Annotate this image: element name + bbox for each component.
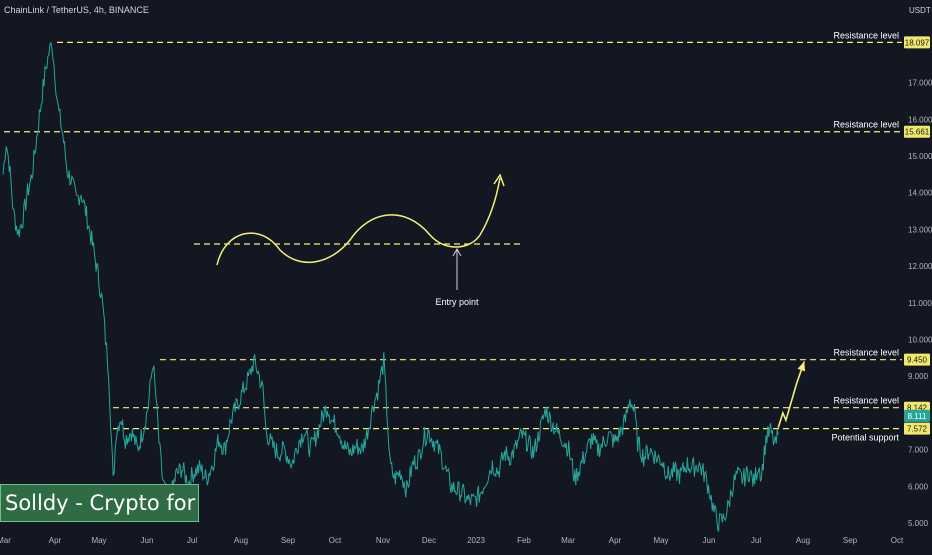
level-price-tag-text-1: 18.097 [905, 38, 930, 47]
x-tick-label: Jul [751, 536, 761, 545]
level-label-4: Resistance level [833, 396, 899, 406]
x-tick-label: Aug [796, 536, 810, 545]
y-tick-label: 15.000 [908, 152, 932, 161]
y-tick-label: 10.000 [908, 336, 932, 345]
x-tick-label: Dec [422, 536, 436, 545]
current-price-tag-text: 8.111 [908, 412, 927, 421]
y-tick-label: 16.000 [908, 115, 932, 124]
x-tick-label: Sep [281, 536, 296, 545]
chart-root: Entry point 5.0006.0007.0008.0009.00010.… [0, 0, 932, 550]
x-tick-label: Jun [141, 536, 154, 545]
watermark-banner: Solldy - Crypto for U [0, 484, 199, 522]
entry-point-label: Entry point [435, 297, 479, 307]
level-label-3: Resistance level [833, 348, 899, 358]
sketch-wave-curve [216, 177, 501, 266]
x-tick-label: May [91, 536, 106, 545]
x-tick-label: Oct [891, 536, 904, 545]
price-series-line [2, 41, 779, 533]
x-tick-label: Feb [517, 536, 531, 545]
x-tick-label: Oct [329, 536, 342, 545]
x-tick-label: Aug [234, 536, 248, 545]
projection-path [777, 361, 806, 428]
projection-arrowhead [797, 361, 806, 372]
x-tick-label: Mar [0, 536, 11, 545]
level-label-2: Resistance level [833, 120, 899, 130]
y-tick-label: 14.000 [908, 189, 932, 198]
symbol-title: ChainLink / TetherUS, 4h, BINANCE [4, 5, 149, 15]
y-tick-label: 13.000 [908, 225, 932, 234]
x-tick-label: Sep [843, 536, 858, 545]
x-tick-label: 2023 [467, 536, 485, 545]
level-price-tag-text-5: 7.572 [907, 425, 928, 434]
level-price-tag-text-3: 9.450 [907, 356, 928, 365]
y-tick-label: 7.000 [908, 446, 929, 455]
x-tick-label: Apr [609, 536, 622, 545]
y-tick-label: 9.000 [908, 372, 929, 381]
y-tick-label: 5.000 [908, 519, 929, 528]
level-label-1: Resistance level [833, 30, 899, 40]
y-tick-label: 12.000 [908, 262, 932, 271]
currency-label: USDT [909, 6, 931, 15]
level-label-5: Potential support [831, 433, 899, 443]
price-chart[interactable]: Entry point 5.0006.0007.0008.0009.00010.… [0, 0, 932, 550]
x-tick-label: Jul [187, 536, 197, 545]
y-tick-label: 11.000 [908, 299, 932, 308]
x-tick-label: Nov [376, 536, 390, 545]
x-tick-label: May [653, 536, 668, 545]
x-tick-label: Jun [703, 536, 716, 545]
x-tick-label: Mar [561, 536, 575, 545]
level-price-tag-text-2: 15.661 [905, 128, 930, 137]
x-tick-label: Apr [49, 536, 62, 545]
y-tick-label: 6.000 [908, 482, 929, 491]
y-tick-label: 17.000 [908, 79, 932, 88]
